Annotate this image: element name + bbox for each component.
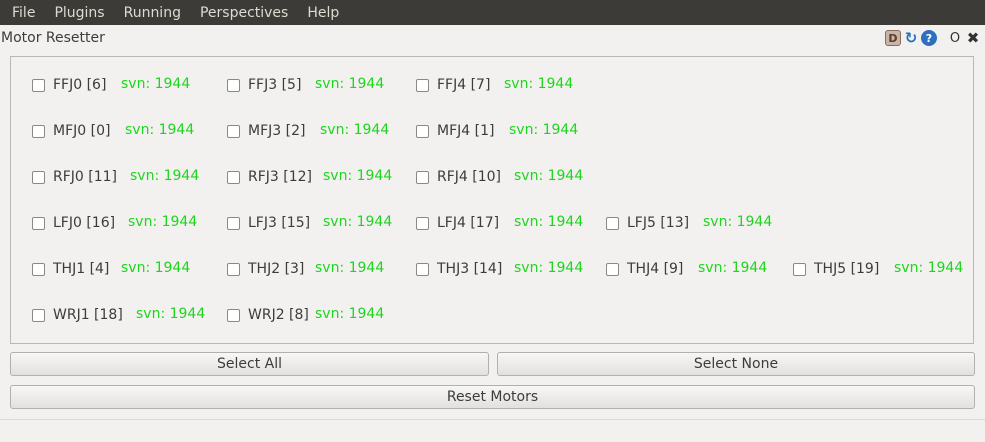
- motor-item: RFJ3 [12]: [227, 167, 312, 187]
- motor-checkbox[interactable]: [227, 308, 240, 322]
- motor-label[interactable]: WRJ2 [8]: [248, 307, 309, 323]
- motor-label[interactable]: RFJ3 [12]: [248, 169, 312, 185]
- motor-svn-revision: svn: 1944: [315, 260, 385, 276]
- motor-item: FFJ3 [5]: [227, 75, 301, 95]
- motor-label[interactable]: MFJ3 [2]: [248, 123, 305, 139]
- motor-checkbox[interactable]: [416, 216, 429, 230]
- motor-checkbox[interactable]: [416, 124, 429, 138]
- motor-label[interactable]: THJ4 [9]: [627, 261, 683, 277]
- motor-label[interactable]: RFJ4 [10]: [437, 169, 501, 185]
- motor-svn-revision: svn: 1944: [323, 214, 393, 230]
- motor-label[interactable]: MFJ0 [0]: [53, 123, 110, 139]
- motor-item: LFJ0 [16]: [32, 213, 115, 233]
- motor-checkbox[interactable]: [606, 216, 619, 230]
- motor-item: THJ3 [14]: [416, 259, 502, 279]
- motor-item: THJ4 [9]: [606, 259, 683, 279]
- motor-svn-revision: svn: 1944: [514, 260, 584, 276]
- motor-checkbox[interactable]: [416, 170, 429, 184]
- motor-label[interactable]: LFJ5 [13]: [627, 215, 689, 231]
- motor-item: THJ2 [3]: [227, 259, 304, 279]
- motor-item: WRJ2 [8]: [227, 305, 309, 325]
- motor-label[interactable]: THJ2 [3]: [248, 261, 304, 277]
- motor-label[interactable]: LFJ4 [17]: [437, 215, 499, 231]
- plugin-titlebar: Motor Resetter D ↻ ? O ✖: [0, 25, 985, 51]
- motor-checkbox[interactable]: [32, 78, 45, 92]
- motor-label[interactable]: THJ5 [19]: [814, 261, 879, 277]
- motor-label[interactable]: FFJ4 [7]: [437, 77, 490, 93]
- select-all-button[interactable]: Select All: [10, 352, 489, 376]
- motor-item: MFJ0 [0]: [32, 121, 110, 141]
- reload-icon[interactable]: ↻: [903, 29, 919, 47]
- motor-svn-revision: svn: 1944: [894, 260, 964, 276]
- motor-svn-revision: svn: 1944: [125, 122, 195, 138]
- motor-svn-revision: svn: 1944: [323, 168, 393, 184]
- motor-item: FFJ4 [7]: [416, 75, 490, 95]
- motor-label[interactable]: MFJ4 [1]: [437, 123, 494, 139]
- motor-checkbox[interactable]: [227, 124, 240, 138]
- select-none-button[interactable]: Select None: [497, 352, 975, 376]
- motor-item: THJ5 [19]: [793, 259, 879, 279]
- status-divider: [0, 419, 985, 420]
- motor-checkbox[interactable]: [32, 308, 45, 322]
- motor-item: RFJ4 [10]: [416, 167, 501, 187]
- motor-svn-revision: svn: 1944: [703, 214, 773, 230]
- close-icon[interactable]: ✖: [965, 29, 981, 47]
- menu-help[interactable]: Help: [307, 5, 339, 21]
- motor-item: MFJ3 [2]: [227, 121, 305, 141]
- motor-checkbox[interactable]: [227, 170, 240, 184]
- motor-svn-revision: svn: 1944: [504, 76, 574, 92]
- motor-item: FFJ0 [6]: [32, 75, 106, 95]
- motor-group-panel: FFJ0 [6] svn: 1944 FFJ3 [5] svn: 1944 FFJ4 […: [10, 56, 974, 344]
- motor-checkbox[interactable]: [32, 124, 45, 138]
- motor-item: MFJ4 [1]: [416, 121, 494, 141]
- title-icons: D ↻ ? O ✖: [885, 29, 981, 47]
- motor-svn-revision: svn: 1944: [320, 122, 390, 138]
- motor-checkbox[interactable]: [793, 262, 806, 276]
- motor-label[interactable]: THJ3 [14]: [437, 261, 502, 277]
- motor-item: LFJ4 [17]: [416, 213, 499, 233]
- motor-checkbox[interactable]: [32, 170, 45, 184]
- motor-svn-revision: svn: 1944: [315, 306, 385, 322]
- motor-label[interactable]: THJ1 [4]: [53, 261, 109, 277]
- motor-item: WRJ1 [18]: [32, 305, 123, 325]
- motor-svn-revision: svn: 1944: [136, 306, 206, 322]
- motor-label[interactable]: FFJ3 [5]: [248, 77, 301, 93]
- motor-svn-revision: svn: 1944: [130, 168, 200, 184]
- motor-svn-revision: svn: 1944: [121, 76, 191, 92]
- motor-checkbox[interactable]: [32, 262, 45, 276]
- menu-running[interactable]: Running: [124, 5, 181, 21]
- help-icon[interactable]: ?: [921, 30, 937, 46]
- motor-svn-revision: svn: 1944: [128, 214, 198, 230]
- motor-checkbox[interactable]: [416, 78, 429, 92]
- menu-file[interactable]: File: [12, 5, 35, 21]
- motor-svn-revision: svn: 1944: [121, 260, 191, 276]
- menu-bar: File Plugins Running Perspectives Help: [0, 0, 985, 25]
- motor-checkbox[interactable]: [606, 262, 619, 276]
- float-icon[interactable]: O: [947, 30, 963, 46]
- motor-svn-revision: svn: 1944: [514, 214, 584, 230]
- reset-motors-button[interactable]: Reset Motors: [10, 385, 975, 409]
- motor-checkbox[interactable]: [227, 216, 240, 230]
- debug-icon[interactable]: D: [885, 30, 901, 46]
- plugin-title: Motor Resetter: [1, 30, 105, 46]
- motor-checkbox[interactable]: [227, 262, 240, 276]
- motor-label[interactable]: FFJ0 [6]: [53, 77, 106, 93]
- motor-item: THJ1 [4]: [32, 259, 109, 279]
- motor-item: LFJ5 [13]: [606, 213, 689, 233]
- motor-svn-revision: svn: 1944: [315, 76, 385, 92]
- motor-checkbox[interactable]: [32, 216, 45, 230]
- menu-perspectives[interactable]: Perspectives: [200, 5, 288, 21]
- motor-svn-revision: svn: 1944: [514, 168, 584, 184]
- motor-item: LFJ3 [15]: [227, 213, 310, 233]
- motor-checkbox[interactable]: [227, 78, 240, 92]
- motor-svn-revision: svn: 1944: [698, 260, 768, 276]
- motor-label[interactable]: LFJ3 [15]: [248, 215, 310, 231]
- motor-checkbox[interactable]: [416, 262, 429, 276]
- motor-svn-revision: svn: 1944: [509, 122, 579, 138]
- motor-item: RFJ0 [11]: [32, 167, 117, 187]
- menu-plugins[interactable]: Plugins: [54, 5, 104, 21]
- motor-label[interactable]: LFJ0 [16]: [53, 215, 115, 231]
- motor-label[interactable]: RFJ0 [11]: [53, 169, 117, 185]
- motor-label[interactable]: WRJ1 [18]: [53, 307, 123, 323]
